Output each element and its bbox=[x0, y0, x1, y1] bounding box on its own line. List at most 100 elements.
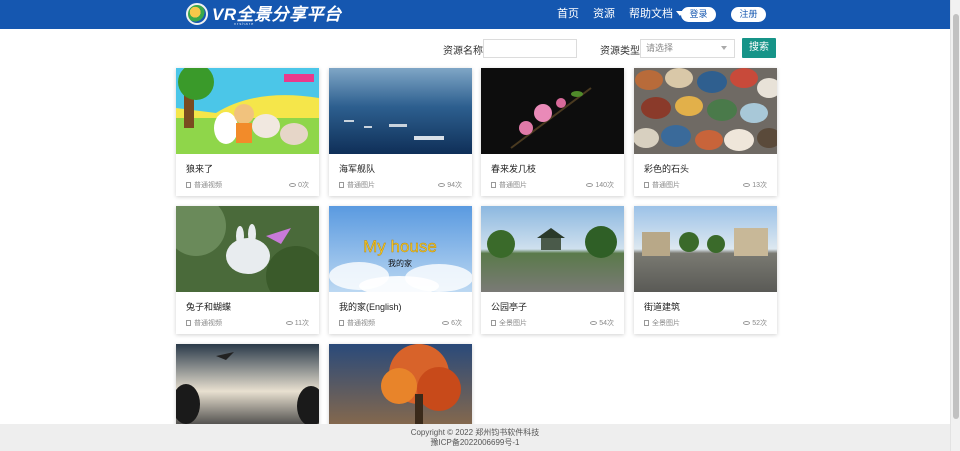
resource-card[interactable]: My house 我的家 我的家(English) 普通视频 6次 bbox=[329, 206, 472, 334]
nav-help-label: 帮助文档 bbox=[629, 8, 673, 20]
card-views-count: 54次 bbox=[599, 320, 614, 327]
resource-card[interactable]: 海军舰队 普通图片 94次 bbox=[329, 68, 472, 196]
resource-name-input[interactable] bbox=[483, 39, 577, 58]
eye-icon bbox=[442, 321, 450, 325]
card-type: 普通图片 bbox=[491, 180, 527, 190]
resource-type-placeholder: 请选择 bbox=[646, 43, 674, 53]
nav-help-dropdown[interactable]: 帮助文档 bbox=[629, 0, 684, 29]
resource-card[interactable]: 狼来了 普通视频 0次 bbox=[176, 68, 319, 196]
top-nav-bar: VR全景分享平台 vrshare 首页 资源 帮助文档 登录 注册 bbox=[0, 0, 960, 29]
card-type-label: 普通视频 bbox=[194, 182, 222, 189]
file-icon bbox=[339, 320, 344, 326]
eye-icon bbox=[586, 183, 594, 187]
file-icon bbox=[644, 320, 649, 326]
card-title: 兔子和蝴蝶 bbox=[186, 302, 232, 312]
thumb-caption: My house bbox=[363, 237, 437, 256]
card-views: 52次 bbox=[743, 318, 767, 328]
file-icon bbox=[644, 182, 649, 188]
card-type: 全景图片 bbox=[491, 318, 527, 328]
card-type-label: 普通视频 bbox=[194, 320, 222, 327]
search-button[interactable]: 搜索 bbox=[742, 38, 776, 58]
copyright-text: Copyright © 2022 郑州钧书软件科技 bbox=[410, 428, 540, 437]
eye-icon bbox=[285, 321, 293, 325]
card-views: 140次 bbox=[586, 180, 614, 190]
card-type: 全景图片 bbox=[644, 318, 680, 328]
logo[interactable]: VR全景分享平台 vrshare bbox=[186, 2, 342, 26]
card-views-count: 140次 bbox=[595, 182, 614, 189]
card-thumbnail: My house 我的家 bbox=[329, 206, 472, 292]
resource-card[interactable]: 公园亭子 全景图片 54次 bbox=[481, 206, 624, 334]
card-type-label: 普通图片 bbox=[499, 182, 527, 189]
card-type: 普通视频 bbox=[186, 318, 222, 328]
eye-icon bbox=[590, 321, 598, 325]
card-type: 普通图片 bbox=[339, 180, 375, 190]
card-title: 我的家(English) bbox=[339, 302, 402, 312]
resource-type-label: 资源类型 bbox=[600, 46, 640, 57]
chevron-down-icon bbox=[721, 46, 727, 50]
vertical-scrollbar[interactable] bbox=[950, 0, 960, 451]
scrollbar-thumb[interactable] bbox=[953, 14, 959, 419]
logo-subtext: vrshare bbox=[234, 21, 255, 26]
card-type-label: 普通图片 bbox=[347, 182, 375, 189]
register-button[interactable]: 注册 bbox=[731, 7, 766, 22]
resource-card[interactable]: 兔子和蝴蝶 普通视频 11次 bbox=[176, 206, 319, 334]
resource-card[interactable]: 街道建筑 全景图片 52次 bbox=[634, 206, 777, 334]
logo-text: VR全景分享平台 bbox=[212, 4, 342, 24]
card-views: 11次 bbox=[285, 318, 309, 328]
file-icon bbox=[491, 182, 496, 188]
file-icon bbox=[491, 320, 496, 326]
card-type: 普通视频 bbox=[339, 318, 375, 328]
eye-icon bbox=[289, 183, 297, 187]
card-type: 普通图片 bbox=[644, 180, 680, 190]
card-views-count: 13次 bbox=[752, 182, 767, 189]
login-button[interactable]: 登录 bbox=[681, 7, 716, 22]
resource-name-label: 资源名称 bbox=[443, 46, 483, 57]
card-views: 13次 bbox=[743, 180, 767, 190]
eye-icon bbox=[438, 183, 446, 187]
card-title: 街道建筑 bbox=[644, 302, 681, 312]
eye-icon bbox=[743, 183, 751, 187]
card-thumbnail bbox=[481, 206, 624, 292]
logo-icon bbox=[186, 3, 208, 25]
card-views-count: 6次 bbox=[451, 320, 462, 327]
nav-home[interactable]: 首页 bbox=[557, 0, 579, 29]
card-title: 彩色的石头 bbox=[644, 164, 690, 174]
card-thumbnail bbox=[634, 68, 777, 154]
card-thumbnail bbox=[329, 344, 472, 430]
file-icon bbox=[186, 320, 191, 326]
nav-resources[interactable]: 资源 bbox=[593, 0, 615, 29]
resource-type-select[interactable]: 请选择 bbox=[640, 39, 735, 58]
resource-card[interactable]: 彩色的石头 普通图片 13次 bbox=[634, 68, 777, 196]
resource-card[interactable]: 春来发几枝 普通图片 140次 bbox=[481, 68, 624, 196]
card-views: 6次 bbox=[442, 318, 462, 328]
file-icon bbox=[339, 182, 344, 188]
main-content: 资源名称 资源类型 请选择 搜索 狼来了 普通视频 0次 海军舰队 普通图片 9… bbox=[0, 29, 950, 451]
card-type-label: 全景图片 bbox=[499, 320, 527, 327]
card-type-label: 全景图片 bbox=[652, 320, 680, 327]
card-views-count: 0次 bbox=[298, 182, 309, 189]
icp-link[interactable]: 豫ICP备2022006699号-1 bbox=[0, 438, 950, 448]
eye-icon bbox=[743, 321, 751, 325]
card-title: 公园亭子 bbox=[491, 302, 528, 312]
card-thumbnail bbox=[176, 206, 319, 292]
card-thumbnail bbox=[176, 68, 319, 154]
card-type-label: 普通视频 bbox=[347, 320, 375, 327]
card-thumbnail bbox=[329, 68, 472, 154]
card-views: 0次 bbox=[289, 180, 309, 190]
file-icon bbox=[186, 182, 191, 188]
card-title: 春来发几枝 bbox=[491, 164, 537, 174]
card-thumbnail bbox=[634, 206, 777, 292]
card-views-count: 94次 bbox=[447, 182, 462, 189]
card-views: 54次 bbox=[590, 318, 614, 328]
card-type: 普通视频 bbox=[186, 180, 222, 190]
footer: Copyright © 2022 郑州钧书软件科技 豫ICP备202200669… bbox=[0, 424, 950, 451]
card-thumbnail bbox=[176, 344, 319, 430]
card-views-count: 52次 bbox=[752, 320, 767, 327]
card-thumbnail bbox=[481, 68, 624, 154]
card-views-count: 11次 bbox=[294, 320, 309, 327]
card-type-label: 普通图片 bbox=[652, 182, 680, 189]
card-title: 狼来了 bbox=[186, 164, 214, 174]
card-title: 海军舰队 bbox=[339, 164, 376, 174]
card-views: 94次 bbox=[438, 180, 462, 190]
thumb-subcaption: 我的家 bbox=[388, 258, 412, 268]
